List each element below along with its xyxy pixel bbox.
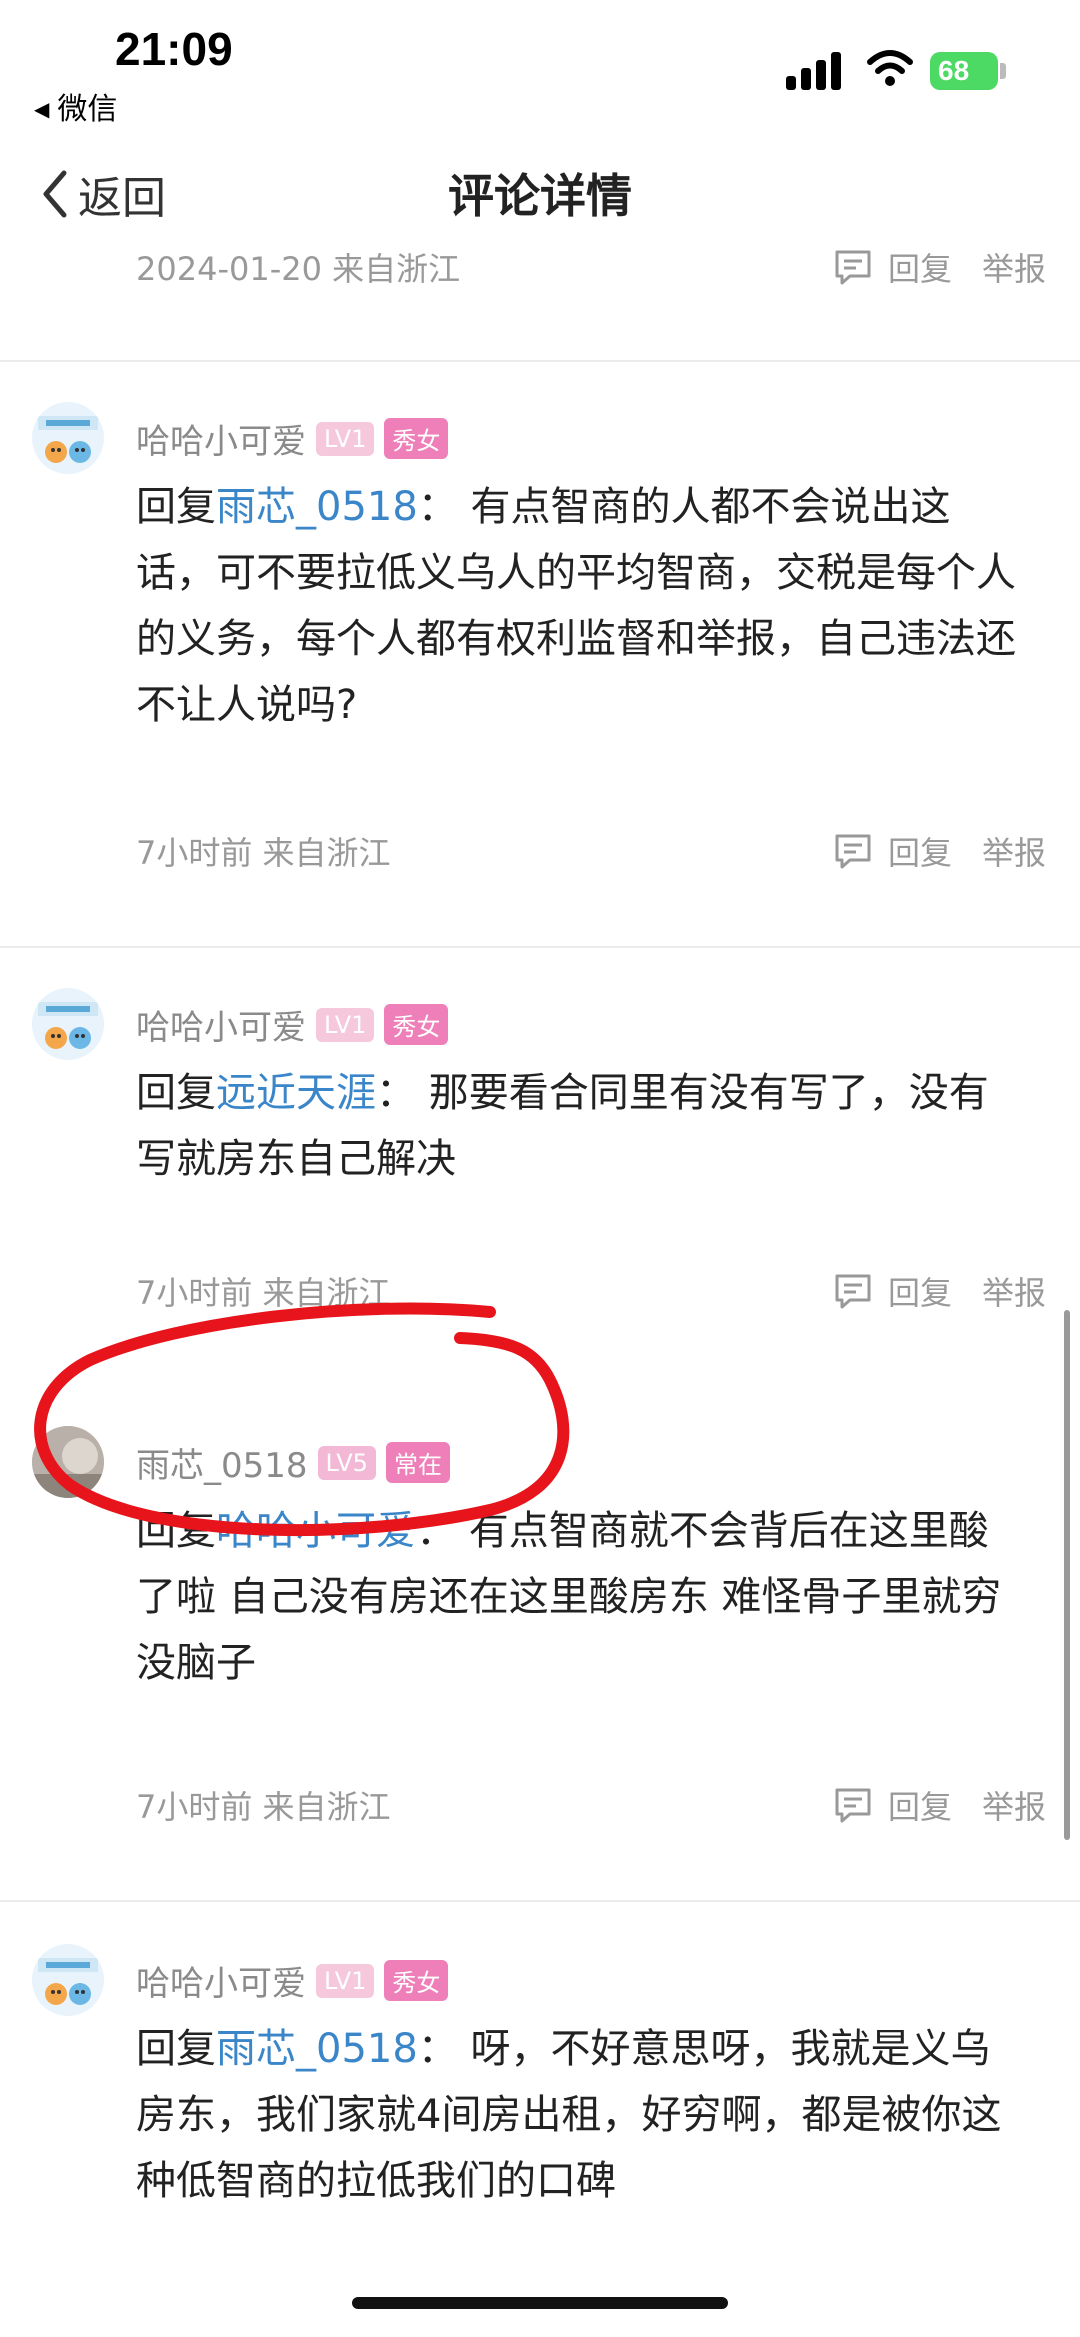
divider — [0, 1900, 1080, 1902]
comment-actions: 回复 举报 — [832, 1268, 1046, 1314]
red-annotation-circle — [34, 1302, 570, 1537]
battery-icon: 68 — [930, 52, 998, 90]
username[interactable]: 哈哈小可爱 — [136, 1000, 306, 1049]
username-row: 哈哈小可爱 LV1 秀女 — [136, 414, 449, 463]
battery-cap — [1000, 63, 1006, 79]
comment-meta: 7小时前 来自浙江 — [136, 1788, 391, 1826]
comment-icon[interactable] — [832, 830, 874, 872]
mention-link[interactable]: 雨芯_0518 — [216, 2026, 418, 2072]
report-button[interactable]: 举报 — [982, 1782, 1046, 1828]
comment-item: 哈哈小可爱 LV1 秀女 回复远近天涯： 那要看合同里有没有写了，没有写就房东自… — [0, 988, 1080, 1288]
comment-actions: 回复 举报 — [832, 1782, 1046, 1828]
reply-prefix: 回复 — [136, 484, 216, 530]
reply-button[interactable]: 回复 — [888, 1268, 952, 1314]
level-badge: LV1 — [316, 1007, 375, 1042]
avatar[interactable] — [32, 402, 104, 474]
comment-actions: 回复 举报 — [832, 244, 1046, 290]
comment-actions: 回复 举报 — [832, 828, 1046, 874]
comment-item: 哈哈小可爱 LV1 秀女 回复雨芯_0518： 呀，不好意思呀，我就是义乌房东，… — [0, 1944, 1080, 2264]
wifi-icon — [867, 50, 913, 86]
level-badge: LV1 — [316, 1963, 375, 1998]
nav-bar: 返回 评论详情 — [0, 150, 1080, 240]
username-row: 哈哈小可爱 LV1 秀女 — [136, 1956, 449, 2005]
reply-prefix: 回复 — [136, 2026, 216, 2072]
separator: ： — [376, 1070, 416, 1116]
status-bar: 21:09 ◀ 微信 68 — [0, 0, 1080, 130]
status-time: 21:09 — [115, 23, 233, 75]
avatar[interactable] — [32, 1944, 104, 2016]
report-button[interactable]: 举报 — [982, 828, 1046, 874]
comment-body: 回复雨芯_0518： 有点智商的人都不会说出这话，可不要拉低义乌人的平均智商，交… — [136, 474, 1016, 738]
divider — [0, 360, 1080, 362]
comment-body: 回复雨芯_0518： 呀，不好意思呀，我就是义乌房东，我们家就4间房出租，好穷啊… — [136, 2016, 1016, 2214]
scrollbar[interactable] — [1064, 1310, 1070, 1840]
report-button[interactable]: 举报 — [982, 1268, 1046, 1314]
reply-prefix: 回复 — [136, 1070, 216, 1116]
home-indicator[interactable] — [352, 2297, 728, 2309]
mention-link[interactable]: 雨芯_0518 — [216, 484, 418, 530]
comment-meta: 7小时前 来自浙江 — [136, 834, 391, 872]
comment-icon[interactable] — [832, 1784, 874, 1826]
mention-link[interactable]: 远近天涯 — [216, 1070, 376, 1116]
reply-button[interactable]: 回复 — [888, 828, 952, 874]
divider — [0, 946, 1080, 948]
back-to-app-link[interactable]: ◀ 微信 — [34, 84, 117, 128]
comment-meta-row: 2024-01-20 来自浙江 回复 举报 — [136, 244, 1046, 294]
page-title: 评论详情 — [448, 169, 632, 223]
battery-level: 68 — [938, 55, 970, 86]
comment-icon[interactable] — [832, 1270, 874, 1312]
username-row: 哈哈小可爱 LV1 秀女 — [136, 1000, 449, 1049]
username[interactable]: 哈哈小可爱 — [136, 1956, 306, 2005]
comment-meta-row: 7小时前 来自浙江 回复 举报 — [136, 828, 1046, 878]
report-button[interactable]: 举报 — [982, 244, 1046, 290]
title-badge: 秀女 — [384, 1960, 449, 2001]
level-badge: LV1 — [316, 421, 375, 456]
reply-button[interactable]: 回复 — [888, 244, 952, 290]
title-badge: 秀女 — [384, 418, 449, 459]
comment-icon[interactable] — [832, 246, 874, 288]
username[interactable]: 哈哈小可爱 — [136, 414, 306, 463]
comment-meta-row: 7小时前 来自浙江 回复 举报 — [136, 1782, 1046, 1832]
separator: ： — [417, 2026, 458, 2072]
avatar[interactable] — [32, 988, 104, 1060]
cellular-signal-icon — [786, 50, 844, 90]
comment-body: 回复远近天涯： 那要看合同里有没有写了，没有写就房东自己解决 — [136, 1060, 1016, 1192]
back-triangle-icon: ◀ — [34, 97, 50, 121]
title-badge: 秀女 — [384, 1004, 449, 1045]
back-app-label: 微信 — [57, 92, 118, 127]
separator: ： — [417, 484, 458, 530]
reply-button[interactable]: 回复 — [888, 1782, 952, 1828]
comment-meta: 2024-01-20 来自浙江 — [136, 250, 461, 288]
